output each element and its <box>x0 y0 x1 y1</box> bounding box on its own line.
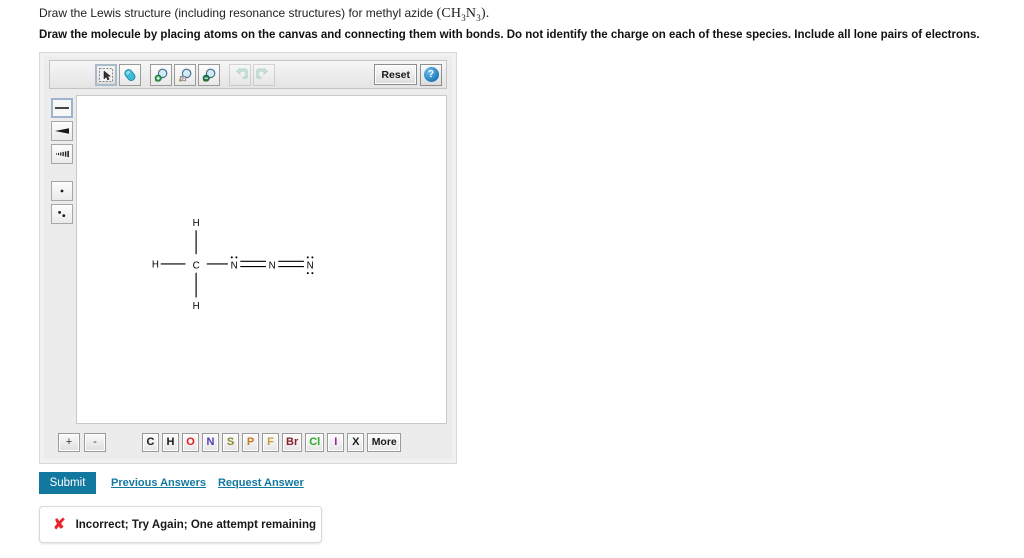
element-button-f[interactable]: F <box>262 432 279 452</box>
hash-bond-tool[interactable] <box>51 144 73 164</box>
lone-pair-tool[interactable] <box>51 204 73 224</box>
lonepair-n3-bottom-dot2 <box>311 272 314 275</box>
feedback-banner: ✘ Incorrect; Try Again; One attempt rema… <box>39 506 322 543</box>
element-button-cl[interactable]: Cl <box>305 432 325 452</box>
request-answer-link[interactable]: Request Answer <box>218 477 304 489</box>
canvas-zoom-out-button[interactable]: - <box>84 432 106 452</box>
atom-n3: N <box>307 260 314 271</box>
two-dots-icon <box>58 211 66 217</box>
hash-bond-icon <box>56 150 69 158</box>
redo-arrow-icon <box>256 66 269 79</box>
feedback-message: Incorrect; Try Again; One attempt remain… <box>75 518 317 531</box>
magnifier-fit-icon <box>178 68 192 81</box>
chemical-formula: (CH3N3). <box>436 6 490 23</box>
atom-labels: H H C H N N N <box>152 218 314 312</box>
submit-button[interactable]: Submit <box>39 472 96 494</box>
magnifier-plus-icon <box>154 68 168 82</box>
wedge-bond-tool[interactable] <box>51 121 73 141</box>
drawing-canvas[interactable]: H H C H N N N <box>76 95 447 424</box>
atom-h-top: H <box>193 218 200 229</box>
undo-arrow-icon <box>235 66 248 79</box>
toolbar-group-history <box>228 63 276 86</box>
answer-actions: Submit Previous Answers Request Answer <box>39 472 316 494</box>
element-button-x[interactable]: X <box>347 432 365 452</box>
molecule-structure: H H C H N N N <box>152 218 314 312</box>
reset-button[interactable]: Reset <box>374 64 417 85</box>
zoom-in-tool[interactable] <box>150 63 172 86</box>
toolbar-right-group: Reset ? <box>374 63 442 86</box>
previous-answers-link[interactable]: Previous Answers <box>111 477 206 489</box>
element-button-i[interactable]: I <box>327 432 345 452</box>
canvas-zoom-in-button[interactable]: + <box>58 432 80 452</box>
zoom-fit-tool[interactable] <box>174 63 196 86</box>
single-dot-icon <box>60 189 64 193</box>
toolbar-group-edit <box>94 63 142 86</box>
element-button-s[interactable]: S <box>222 432 239 452</box>
molecule-drawing-applet: Reset ? H H C H N N N + - C H O N S P F … <box>39 52 457 464</box>
applet-inner: Reset ? H H C H N N N + - C H O N S P F … <box>44 57 452 459</box>
lonepair-n1-top-dot2 <box>235 256 238 259</box>
wedge-bond-icon <box>55 128 69 134</box>
atom-n1: N <box>231 260 238 271</box>
element-button-c[interactable]: C <box>142 432 159 452</box>
lonepair-n3-bottom-dot1 <box>306 272 309 275</box>
element-button-h[interactable]: H <box>162 432 179 452</box>
single-electron-tool[interactable] <box>51 181 73 201</box>
question-instructions: Draw the molecule by placing atoms on th… <box>39 29 980 41</box>
undo-button[interactable] <box>229 63 251 86</box>
question-prompt: Draw the Lewis structure (including reso… <box>39 6 490 23</box>
element-button-p[interactable]: P <box>242 432 259 452</box>
eraser-icon <box>124 68 136 81</box>
question-prompt-text: Draw the Lewis structure (including reso… <box>39 6 437 20</box>
atom-h-bottom: H <box>193 301 200 312</box>
atom-h-left: H <box>152 259 159 270</box>
help-button[interactable]: ? <box>420 63 442 86</box>
applet-toolbar: Reset ? <box>49 60 447 89</box>
zoom-out-tool[interactable] <box>198 63 220 86</box>
more-elements-button[interactable]: More <box>367 432 402 452</box>
lonepair-n3-top-dot1 <box>306 256 309 259</box>
applet-bottom-bar: + - C H O N S P F Br Cl I X More <box>49 428 447 456</box>
bond-tool-palette <box>49 95 75 424</box>
magnifier-minus-icon <box>202 68 216 82</box>
lonepair-n1-top-dot1 <box>230 256 233 259</box>
element-button-n[interactable]: N <box>202 432 219 452</box>
marquee-select-icon <box>99 67 113 82</box>
atom-c: C <box>193 260 200 271</box>
question-mark-icon: ? <box>423 67 439 82</box>
redo-button[interactable] <box>253 63 275 86</box>
eraser-tool[interactable] <box>119 63 141 86</box>
answer-links: Previous Answers Request Answer <box>111 477 316 489</box>
element-palette: C H O N S P F Br Cl I X More <box>142 432 404 452</box>
x-mark-icon: ✘ <box>53 516 66 533</box>
toolbar-group-zoom <box>149 63 221 86</box>
atom-n2: N <box>269 260 276 271</box>
single-bond-icon <box>55 107 69 109</box>
element-button-br[interactable]: Br <box>282 432 303 452</box>
lonepair-n3-top-dot2 <box>311 256 314 259</box>
select-tool[interactable] <box>95 63 117 86</box>
element-button-o[interactable]: O <box>182 432 199 452</box>
single-bond-tool[interactable] <box>51 98 73 118</box>
